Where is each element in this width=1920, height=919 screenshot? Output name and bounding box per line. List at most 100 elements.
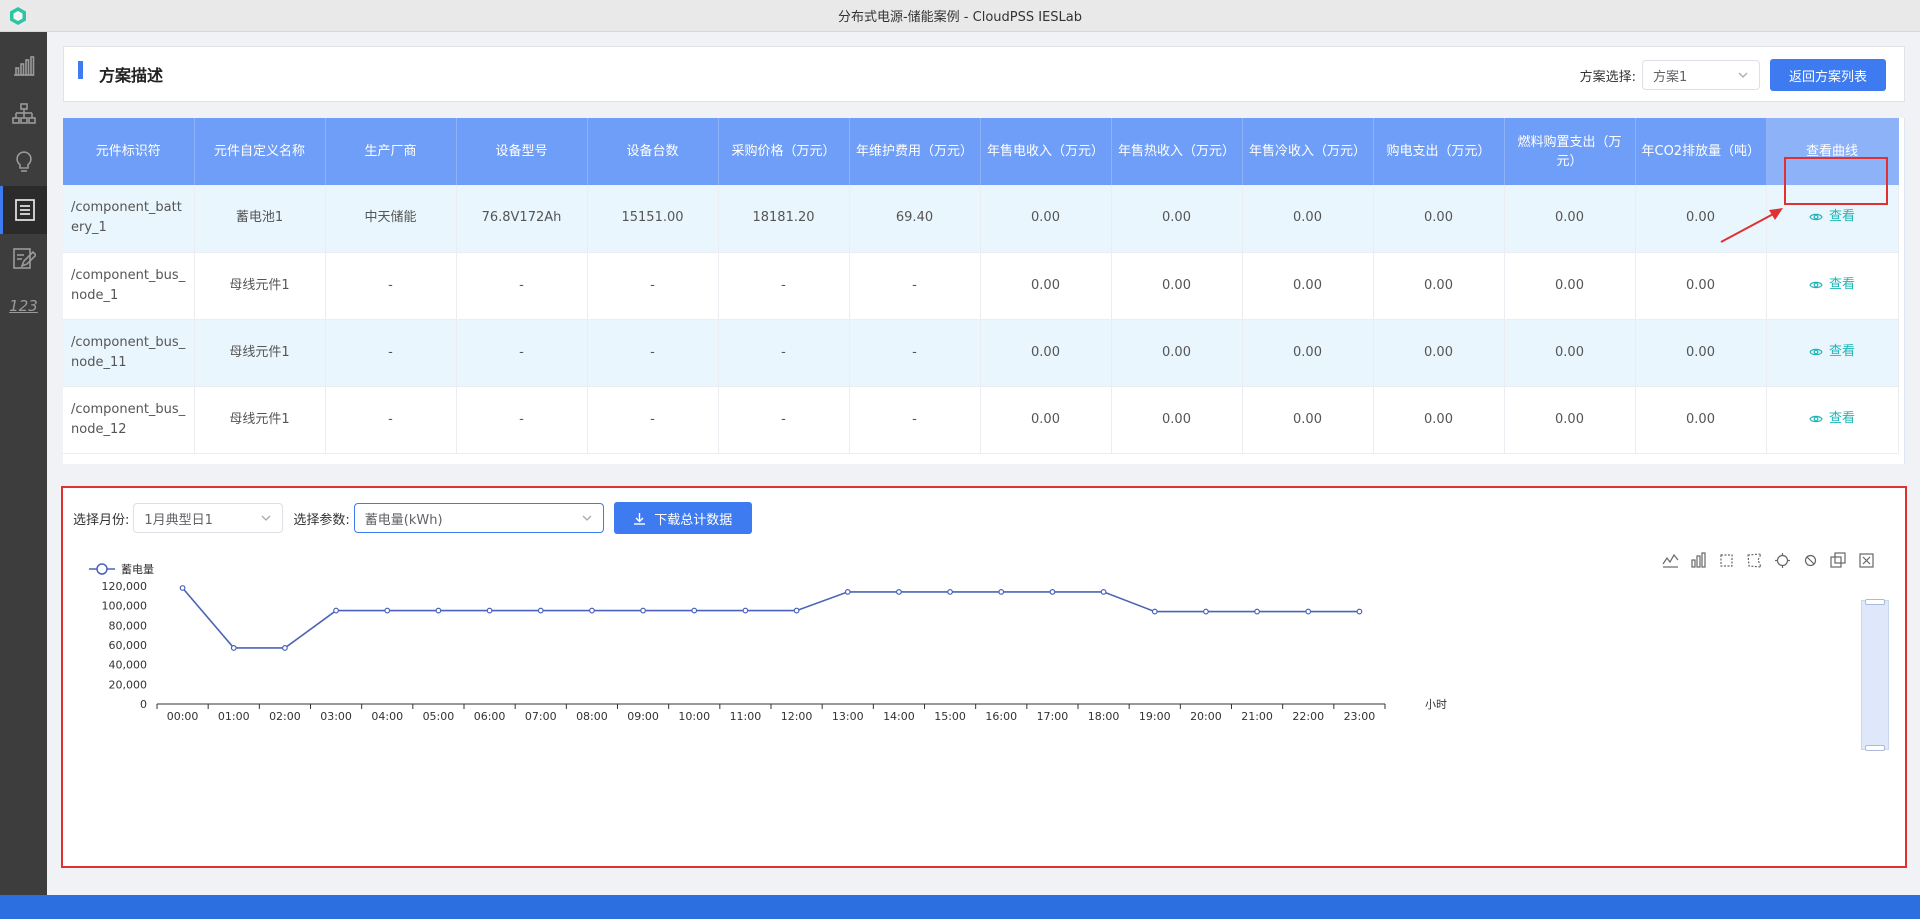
table-cell: 0.00 [1635,252,1767,320]
main-content: 方案描述 方案选择: 方案1 返回方案列表 元件标识符 元件自定义名称 生产厂商… [47,32,1920,895]
column-header[interactable]: 元件标识符 [63,118,195,185]
status-bar [0,895,1920,919]
table-cell: 0.00 [980,386,1112,454]
table-cell: 15151.00 [587,185,719,253]
data-point [998,589,1005,595]
table-row[interactable]: /component_bus_node_11 母线元件1- - - - -0.00 0.00… [63,319,1899,387]
sidebar-item-ideas[interactable] [0,138,47,186]
left-sidebar: 123 [0,32,47,895]
month-select[interactable]: 1月典型日1 [133,503,284,533]
y-tick-label: 100,000 [102,600,148,613]
data-point [691,607,698,614]
y-tick-label: 0 [140,698,147,711]
lightbulb-icon [15,151,32,172]
table-cell: 母线元件1 [194,386,326,454]
column-header[interactable]: 设备台数 [587,118,719,185]
table-cell: 0.00 [1504,386,1636,454]
datazoom-handle-bottom[interactable] [1865,745,1885,751]
column-header[interactable]: 年维护费用（万元） [849,118,981,185]
table-cell: 0.00 [1504,252,1636,320]
table-cell: 母线元件1 [194,319,326,387]
data-point [1356,608,1363,615]
vertical-datazoom-slider[interactable] [1861,599,1889,751]
x-tick-label: 03:00 [320,710,352,723]
sidebar-item-topology[interactable] [0,90,47,138]
chart-panel: 选择月份: 1月典型日1 选择参数: 蓄电量(kWh) 下载总计数据 蓄电量 1… [61,486,1907,868]
table-cell: - [456,319,588,387]
table-cell: - [718,252,850,320]
sidebar-item-scheme[interactable] [0,186,47,234]
numbers-icon: 123 [9,297,38,315]
table-row[interactable]: /component_bus_node_12 母线元件1- - - - -0.00 0.00… [63,386,1899,454]
param-select[interactable]: 蓄电量(kWh) [353,503,604,533]
data-point [537,607,544,614]
column-header[interactable]: 年售热收入（万元） [1111,118,1243,185]
column-header[interactable]: 年售冷收入（万元） [1242,118,1374,185]
sidebar-item-statistics[interactable] [0,42,47,90]
sidebar-item-edit[interactable] [0,234,47,282]
table-cell: 0.00 [1111,386,1243,454]
eye-icon [1809,415,1823,422]
table-cell: 76.8V172Ah [456,185,588,253]
data-point [896,589,902,595]
y-tick-label: 60,000 [109,639,148,652]
line-chart: 蓄电量 120,000 100,000 80,000 60,000 40,000 20,00… [89,563,1447,723]
table-cell: /component_battery_1 [63,185,195,253]
x-tick-label: 13:00 [832,710,864,723]
x-tick-label: 02:00 [269,710,301,723]
annotation-arrow-icon [1720,208,1783,243]
download-data-button[interactable]: 下载总计数据 [613,502,752,534]
datazoom-handle-top[interactable] [1865,599,1885,605]
table-cell: - [325,319,457,387]
edit-document-icon [12,248,36,269]
column-header[interactable]: 购电支出（万元） [1373,118,1505,185]
table-cell: 0.00 [1504,319,1636,387]
view-curve-button[interactable]: 查看 [1809,207,1855,227]
view-curve-button[interactable]: 查看 [1809,342,1855,362]
view-curve-button[interactable]: 查看 [1809,409,1855,429]
table-cell: - [849,319,981,387]
legend-label: 蓄电量 [121,563,154,576]
table-cell: - [718,319,850,387]
column-header[interactable]: 采购价格（万元） [718,118,850,185]
column-header[interactable]: 生产厂商 [325,118,457,185]
scheme-select[interactable]: 方案1 [1642,60,1760,90]
column-header[interactable]: 元件自定义名称 [194,118,326,185]
table-row[interactable]: /component_bus_node_1 母线元件1- - - - -0.00 0.00 0… [63,252,1899,320]
x-tick-label: 14:00 [883,710,915,723]
sidebar-item-numbers[interactable]: 123 [0,282,47,330]
table-cell: 0.00 [1373,319,1505,387]
data-point [230,645,237,651]
x-tick-label: 17:00 [1037,710,1069,723]
table-cell: 0.00 [1111,185,1243,253]
column-header[interactable]: 年售电收入（万元） [980,118,1112,185]
month-select-label: 选择月份: [73,512,130,528]
table-cell: - [456,252,588,320]
view-curve-label: 查看 [1828,209,1855,225]
param-select-label: 选择参数: [293,512,350,528]
data-point [1100,589,1107,595]
table-cell: 0.00 [980,319,1112,387]
header-actions: 方案选择: 方案1 返回方案列表 [1580,59,1886,91]
table-cell: - [587,252,719,320]
column-header[interactable]: 燃料购置支出（万元） [1504,118,1636,185]
column-header[interactable]: 设备型号 [456,118,588,185]
table-cell: - [587,319,719,387]
x-tick-label: 01:00 [218,710,250,723]
x-tick-label: 10:00 [678,710,710,723]
data-point [1151,608,1158,615]
column-header[interactable]: 年CO2排放量（吨） [1635,118,1767,185]
x-tick-label: 05:00 [423,710,455,723]
back-to-scheme-list-button[interactable]: 返回方案列表 [1770,59,1886,91]
title-accent-bar [78,61,83,79]
x-tick-label: 21:00 [1241,710,1273,723]
table-row[interactable]: /component_battery_1 蓄电池1 中天储能 76.8V172Ah 15… [63,185,1899,253]
x-tick-label: 15:00 [934,710,966,723]
view-curve-button[interactable]: 查看 [1809,275,1855,295]
component-table: 元件标识符 元件自定义名称 生产厂商 设备型号 设备台数 采购价格（万元） 年维… [63,118,1905,464]
chevron-down-icon [1738,72,1748,78]
table-cell: 0.00 [1373,252,1505,320]
page-title: 方案描述 [99,66,164,85]
y-tick-label: 80,000 [109,619,148,632]
scheme-select-label: 方案选择: [1579,69,1636,85]
